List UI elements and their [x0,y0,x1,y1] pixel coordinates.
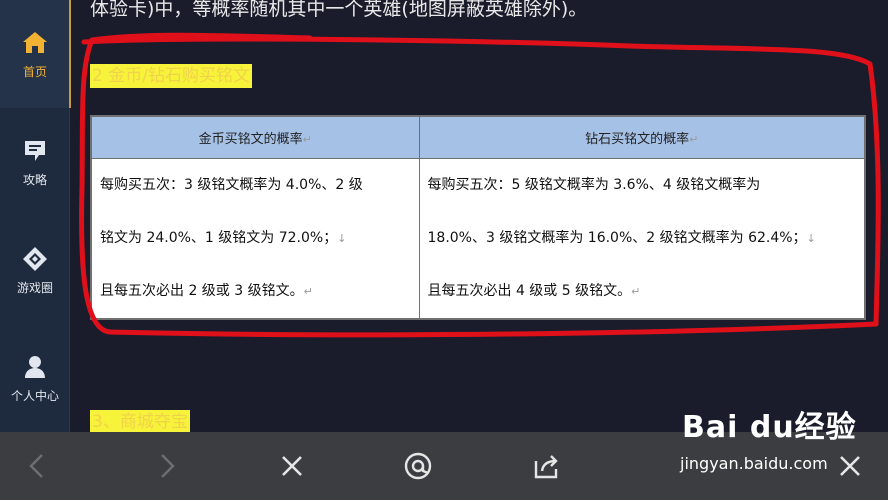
back-button[interactable] [18,446,58,486]
inscription-probability-table: 金币买铭文的概率↵ 钻石买铭文的概率↵ 每购买五次：3 级铭文概率为 4.0%、… [90,115,866,320]
table-cell-gold: 每购买五次：3 级铭文概率为 4.0%、2 级 铭文为 24.0%、1 级铭文为… [90,157,420,319]
section-heading: 3、商城夺宝 [90,410,190,432]
table-row: 每购买五次：3 级铭文概率为 4.0%、2 级 铭文为 24.0%、1 级铭文为… [90,157,866,319]
share-button[interactable] [526,446,566,486]
sidebar-item-game-circle[interactable]: 游戏圈 [0,216,70,324]
at-icon [404,452,432,480]
sidebar-item-label: 个人中心 [10,389,59,403]
sidebar-item-label: 攻略 [22,173,47,187]
sidebar-item-guide[interactable]: 攻略 [0,108,70,216]
sidebar-item-label: 首页 [22,65,47,79]
cell-line: 18.0%、3 级铭文概率为 16.0%、2 级铭文概率为 62.4%；↓ [427,229,816,246]
close-icon [282,456,302,476]
article-content: 体验卡)中，等概率随机其中一个英雄(地图屏蔽英雄除外)。 2 金币/钻石购买铭文… [70,0,888,432]
mention-button[interactable] [398,446,438,486]
baidu-jingyan-watermark: Bai du经验 jingyan.baidu.com [676,402,876,482]
game-circle-icon [21,245,49,273]
table-header-diamond: 钻石买铭文的概率↵ [418,115,866,159]
watermark-url: jingyan.baidu.com [680,454,828,473]
cell-line: 每购买五次：3 级铭文概率为 4.0%、2 级 [100,176,363,193]
home-icon [21,29,49,57]
profile-icon [21,353,49,381]
article-paragraph: 体验卡)中，等概率随机其中一个英雄(地图屏蔽英雄除外)。 [90,0,588,20]
sidebar: 首页 攻略 游戏圈 个人中心 [0,0,71,432]
cell-line: 且每五次必出 2 级或 3 级铭文。↵ [100,282,313,299]
close-page-button[interactable] [272,446,312,486]
share-icon [534,455,558,479]
forward-icon [161,454,175,478]
sidebar-item-home[interactable]: 首页 [0,0,71,108]
watermark-brand: Bai du经验 [682,410,857,445]
table-header-gold: 金币买铭文的概率↵ [90,115,420,159]
forward-button[interactable] [146,446,186,486]
guide-icon [21,137,49,165]
table-cell-diamond: 每购买五次：5 级铭文概率为 3.6%、4 级铭文概率为 18.0%、3 级铭文… [418,157,866,319]
section-heading: 2 金币/钻石购买铭文 [90,64,252,88]
back-icon [29,454,43,478]
cell-line: 铭文为 24.0%、1 级铭文为 72.0%；↓ [100,229,347,246]
cell-line: 每购买五次：5 级铭文概率为 3.6%、4 级铭文概率为 [427,176,761,193]
table-header-row: 金币买铭文的概率↵ 钻石买铭文的概率↵ [90,115,866,159]
cell-line: 且每五次必出 4 级或 5 级铭文。↵ [427,282,641,299]
sidebar-item-label: 游戏圈 [16,281,53,295]
sidebar-item-profile[interactable]: 个人中心 [0,324,70,432]
